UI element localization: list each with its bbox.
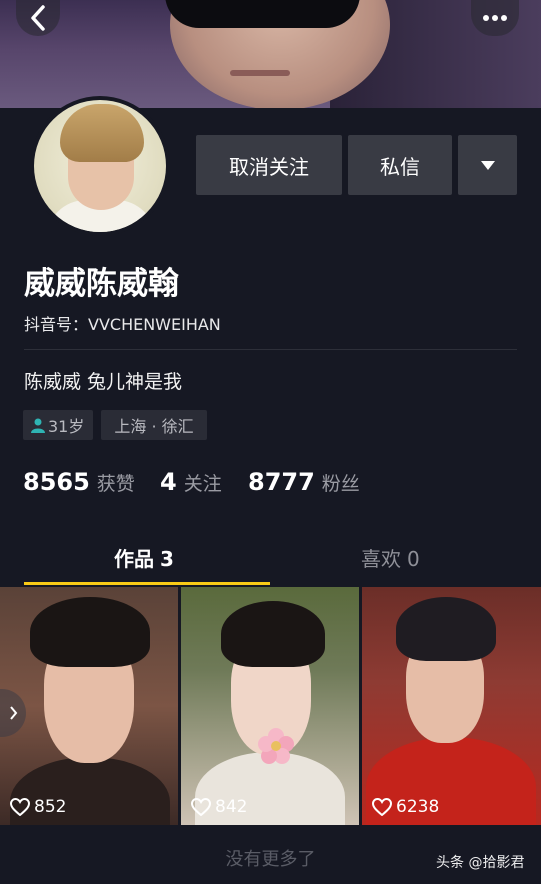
location-tag: 上海 · 徐汇: [101, 410, 207, 440]
age-text: 31岁: [48, 417, 85, 436]
tab-works-count: 3: [160, 547, 174, 571]
tab-liked-label: 喜欢: [361, 547, 401, 571]
video-likes-count: 6238: [396, 797, 440, 817]
heart-icon: [372, 798, 392, 816]
chevron-left-icon: [31, 5, 45, 31]
cover-sunglasses: [165, 0, 360, 28]
douyin-id: 抖音号：VVCHENWEIHAN: [24, 315, 221, 334]
stat-fans[interactable]: 8777 粉丝: [248, 468, 360, 496]
likes-label: 获赞: [96, 473, 135, 495]
tile-hair: [30, 597, 150, 667]
profile-cover-image[interactable]: [0, 0, 541, 108]
watermark: 头条 @拾影君: [436, 855, 525, 871]
avatar-photo: [34, 100, 166, 232]
likes-count: 8565: [23, 468, 90, 496]
person-icon: [31, 418, 45, 433]
tile-hair: [396, 597, 496, 661]
stat-following[interactable]: 4 关注: [160, 468, 222, 496]
video-thumbnail[interactable]: 842: [181, 587, 359, 825]
age-tag: 31岁: [23, 410, 93, 440]
recommend-dropdown-button[interactable]: [458, 135, 517, 195]
display-name: 威威陈威翰: [24, 266, 179, 302]
video-likes: 6238: [372, 797, 439, 817]
video-likes-count: 842: [215, 797, 248, 817]
heart-icon: [191, 798, 211, 816]
tab-liked[interactable]: 喜欢 0: [361, 543, 420, 572]
active-tab-indicator: [24, 582, 270, 585]
stat-likes: 8565 获赞: [23, 468, 135, 496]
video-likes: 852: [10, 797, 66, 817]
divider: [24, 349, 517, 350]
cover-mouth: [230, 70, 290, 76]
video-thumbnail[interactable]: 6238: [362, 587, 541, 825]
more-horizontal-icon: [483, 15, 507, 21]
video-thumbnail[interactable]: 852: [0, 587, 178, 825]
tab-works[interactable]: 作品 3: [114, 543, 174, 572]
video-likes: 842: [191, 797, 247, 817]
following-count: 4: [160, 468, 177, 496]
message-button[interactable]: 私信: [348, 135, 452, 195]
heart-icon: [10, 798, 30, 816]
tab-works-label: 作品: [114, 547, 154, 571]
flower-icon: [258, 728, 294, 764]
tile-hair: [221, 601, 325, 667]
bio: 陈威威 兔儿神是我: [24, 371, 183, 393]
avatar[interactable]: [30, 96, 170, 236]
fans-label: 粉丝: [321, 473, 360, 495]
unfollow-button[interactable]: 取消关注: [196, 135, 342, 195]
tab-liked-count: 0: [407, 547, 420, 571]
fans-count: 8777: [248, 468, 315, 496]
video-likes-count: 852: [34, 797, 67, 817]
avatar-hair: [60, 104, 144, 162]
following-label: 关注: [183, 473, 222, 495]
triangle-down-icon: [480, 160, 495, 170]
chevron-right-icon: [9, 706, 17, 720]
